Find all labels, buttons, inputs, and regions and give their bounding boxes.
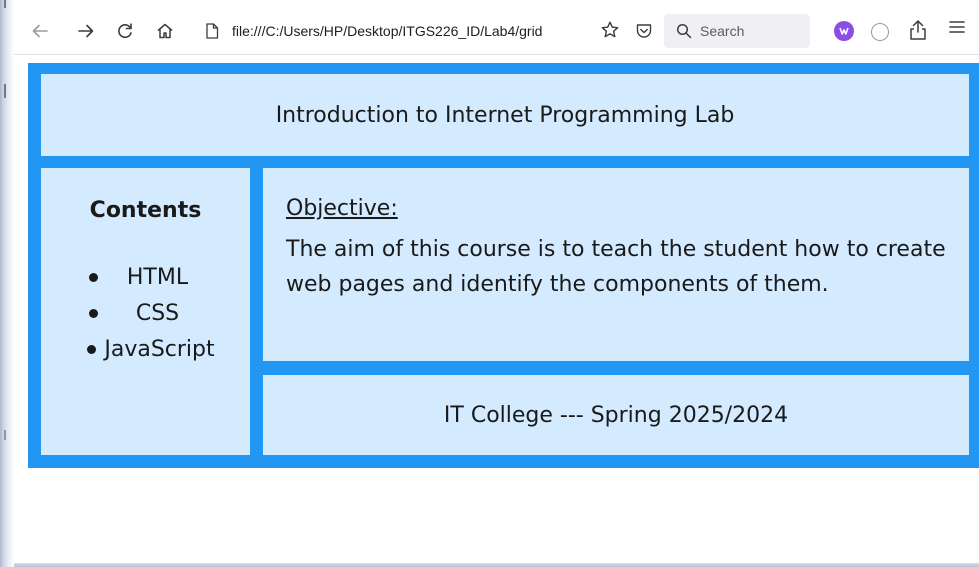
search-input[interactable]: Search — [664, 14, 810, 48]
objective-text: The aim of this course is to teach the s… — [286, 237, 946, 297]
star-icon[interactable] — [600, 20, 620, 45]
url-text[interactable]: file:///C:/Users/HP/Desktop/ITGS226_ID/L… — [232, 23, 572, 39]
share-icon[interactable] — [906, 18, 930, 42]
back-arrow-icon[interactable] — [28, 8, 52, 54]
contents-list: HTML CSS JavaScript — [41, 260, 250, 368]
search-icon — [676, 23, 692, 39]
search-placeholder: Search — [700, 23, 745, 39]
page-icon — [204, 23, 220, 39]
toolbar-divider — [14, 54, 979, 55]
list-item: HTML — [41, 260, 250, 296]
list-item-label: CSS — [135, 301, 180, 326]
extension-icon[interactable] — [834, 21, 854, 41]
extension-icon[interactable] — [871, 23, 889, 41]
bullet-icon — [89, 273, 98, 282]
list-item-label: JavaScript — [104, 337, 215, 362]
grid-container: Introduction to Internet Programming Lab… — [28, 63, 979, 468]
pocket-icon[interactable] — [628, 14, 660, 48]
sidebar: Contents HTML CSS JavaScript — [41, 168, 250, 455]
browser-toolbar: file:///C:/Users/HP/Desktop/ITGS226_ID/L… — [14, 8, 979, 54]
list-item-label: HTML — [126, 265, 189, 290]
window-edge — [0, 0, 14, 567]
main-content: Objective: The aim of this course is to … — [263, 168, 969, 361]
footer-text: IT College --- Spring 2025/2024 — [443, 402, 789, 428]
page-footer: IT College --- Spring 2025/2024 — [263, 375, 969, 455]
browser-window: file:///C:/Users/HP/Desktop/ITGS226_ID/L… — [0, 0, 979, 567]
list-item: CSS — [41, 296, 250, 332]
reload-icon[interactable] — [112, 8, 138, 54]
objective-label: Objective: — [286, 196, 398, 221]
bullet-icon — [89, 309, 98, 318]
window-edge — [14, 563, 979, 567]
hamburger-menu-icon[interactable] — [948, 18, 966, 41]
page-title: Introduction to Internet Programming Lab — [275, 102, 735, 128]
url-bar[interactable]: file:///C:/Users/HP/Desktop/ITGS226_ID/L… — [198, 14, 644, 48]
forward-arrow-icon[interactable] — [74, 8, 98, 54]
bullet-icon — [87, 345, 96, 354]
page-header: Introduction to Internet Programming Lab — [41, 74, 969, 156]
sidebar-title: Contents — [89, 198, 202, 223]
home-icon[interactable] — [152, 8, 178, 54]
list-item: JavaScript — [41, 332, 250, 368]
